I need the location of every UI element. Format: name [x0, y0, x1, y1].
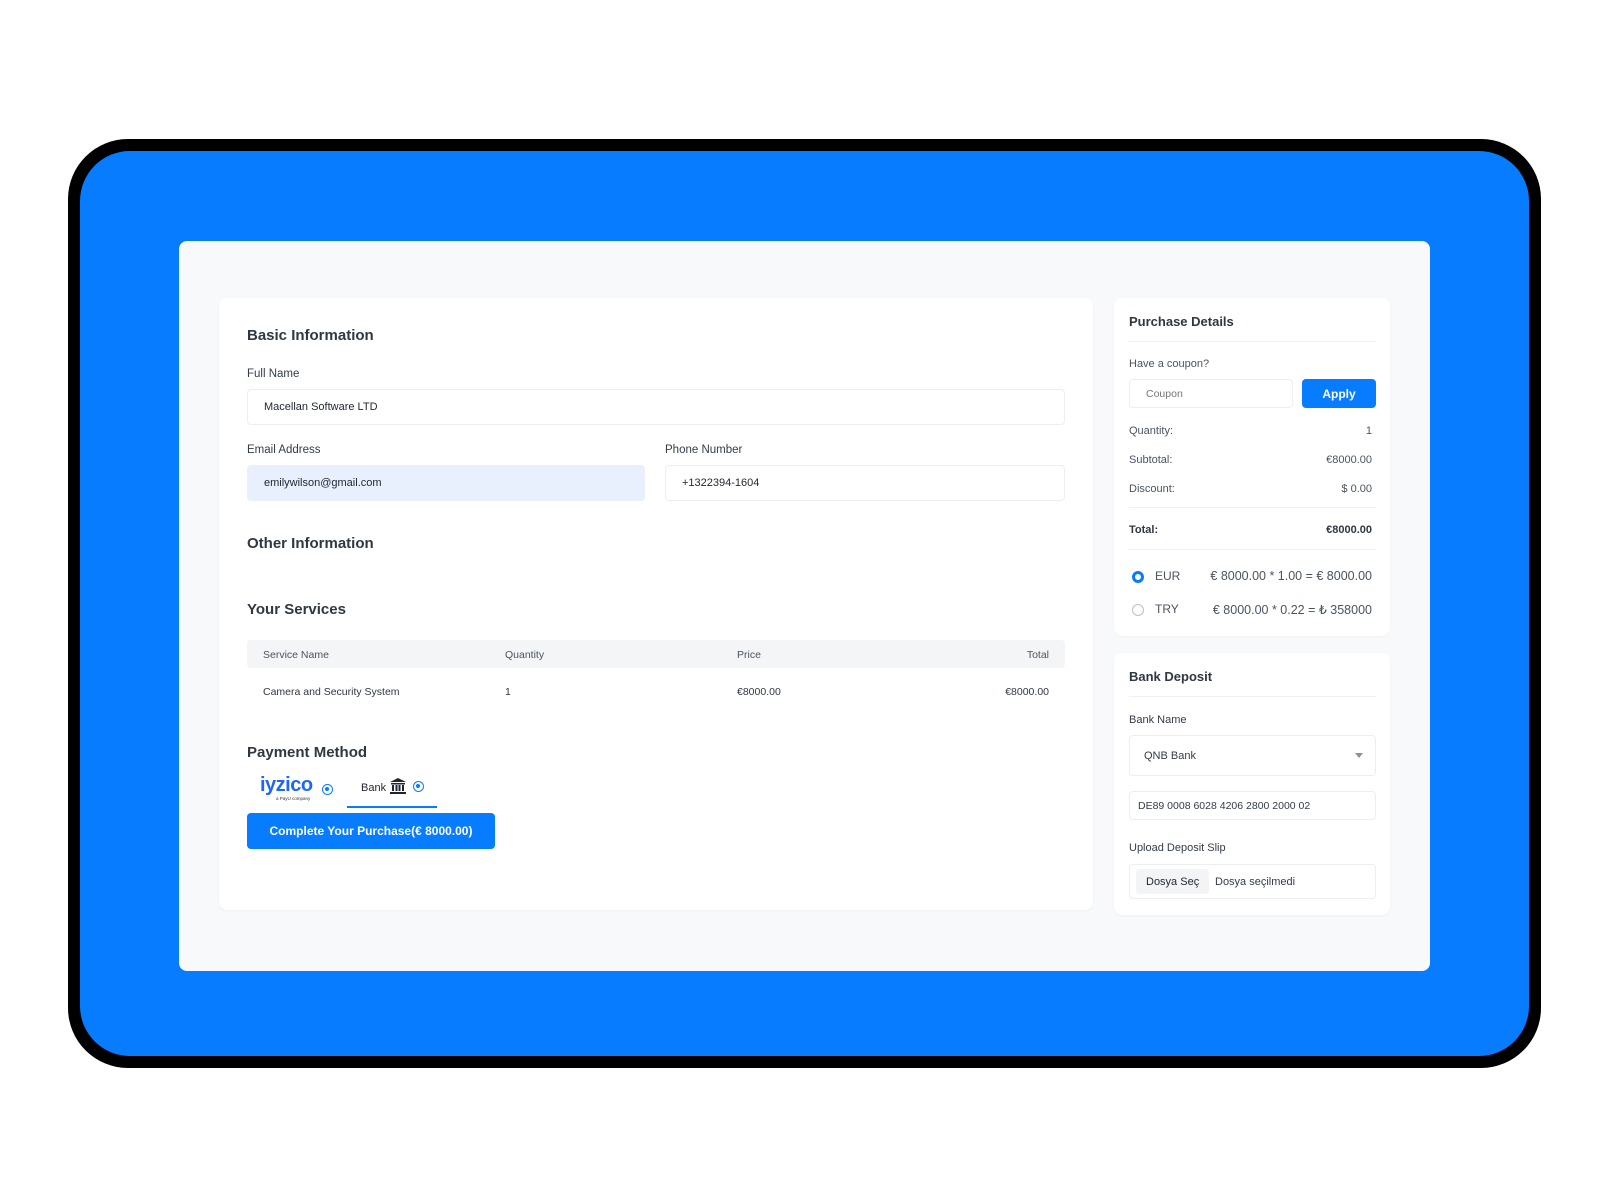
quantity-value: 1: [1365, 425, 1372, 437]
purchase-details-card: [1114, 298, 1390, 636]
discount-value: $ 0.00: [1341, 483, 1372, 495]
column-header-total: Total: [1026, 649, 1049, 661]
purchase-title-divider: [1129, 341, 1376, 342]
totals-divider: [1129, 507, 1376, 508]
discount-label: Discount:: [1129, 483, 1175, 495]
subtotal-label: Subtotal:: [1129, 454, 1173, 466]
email-field[interactable]: emilywilson@gmail.com: [247, 465, 645, 501]
email-label: Email Address: [247, 444, 321, 456]
service-row-name: Camera and Security System: [263, 686, 400, 698]
file-status-text: Dosya seçilmedi: [1215, 876, 1296, 888]
bank-select-value: QNB Bank: [1144, 749, 1196, 762]
total-divider: [1129, 549, 1376, 550]
bank-option-label: Bank: [361, 782, 387, 794]
iyzico-logo: iyzico: [260, 774, 313, 796]
other-info-title: Other Information: [247, 535, 374, 552]
currency-radio-try[interactable]: [1132, 604, 1144, 616]
apply-coupon-button[interactable]: Apply: [1302, 379, 1376, 408]
iyzico-tagline: a PayU company: [276, 796, 311, 801]
complete-purchase-button[interactable]: Complete Your Purchase(€ 8000.00): [247, 813, 495, 849]
column-header-quantity: Quantity: [505, 649, 545, 661]
service-row-total: €8000.00: [1005, 686, 1049, 698]
total-value: €8000.00: [1326, 524, 1372, 536]
upload-slip-label: Upload Deposit Slip: [1129, 842, 1226, 854]
services-title: Your Services: [247, 601, 346, 618]
bank-radio[interactable]: [413, 781, 424, 792]
subtotal-value: €8000.00: [1326, 454, 1372, 466]
service-row-price: €8000.00: [737, 686, 781, 698]
phone-field[interactable]: +1322394-1604: [665, 465, 1065, 501]
bank-deposit-title: Bank Deposit: [1129, 669, 1213, 684]
currency-code-eur: EUR: [1155, 569, 1181, 583]
coupon-label: Have a coupon?: [1129, 358, 1210, 370]
choose-file-button[interactable]: Dosya Seç: [1136, 869, 1210, 894]
service-row-quantity: 1: [505, 686, 511, 698]
currency-code-try: TRY: [1155, 602, 1179, 616]
chevron-down-icon: [1355, 753, 1363, 758]
bank-tab-indicator: [347, 806, 437, 808]
full-name-label: Full Name: [247, 368, 300, 380]
coupon-input[interactable]: [1129, 379, 1293, 408]
column-header-service-name: Service Name: [263, 649, 329, 661]
purchase-details-title: Purchase Details: [1129, 314, 1234, 329]
full-name-field[interactable]: Macellan Software LTD: [247, 389, 1065, 425]
phone-label: Phone Number: [665, 444, 743, 456]
total-label: Total:: [1129, 524, 1159, 536]
iyzico-radio[interactable]: [322, 784, 333, 795]
services-table-header: [247, 640, 1065, 668]
bank-title-divider: [1129, 696, 1376, 697]
currency-formula-try: € 8000.00 * 0.22 = ₺ 358000: [1212, 603, 1372, 617]
bank-name-label: Bank Name: [1129, 714, 1187, 726]
bank-select[interactable]: QNB Bank: [1129, 735, 1376, 776]
currency-radio-eur[interactable]: [1132, 571, 1144, 583]
bank-building-icon: [389, 777, 407, 795]
payment-method-title: Payment Method: [247, 744, 368, 761]
iban-field[interactable]: DE89 0008 6028 4206 2800 2000 02: [1129, 791, 1376, 820]
column-header-price: Price: [737, 649, 761, 661]
quantity-label: Quantity:: [1129, 425, 1174, 437]
currency-formula-eur: € 8000.00 * 1.00 = € 8000.00: [1210, 569, 1372, 583]
basic-info-title: Basic Information: [247, 327, 374, 344]
